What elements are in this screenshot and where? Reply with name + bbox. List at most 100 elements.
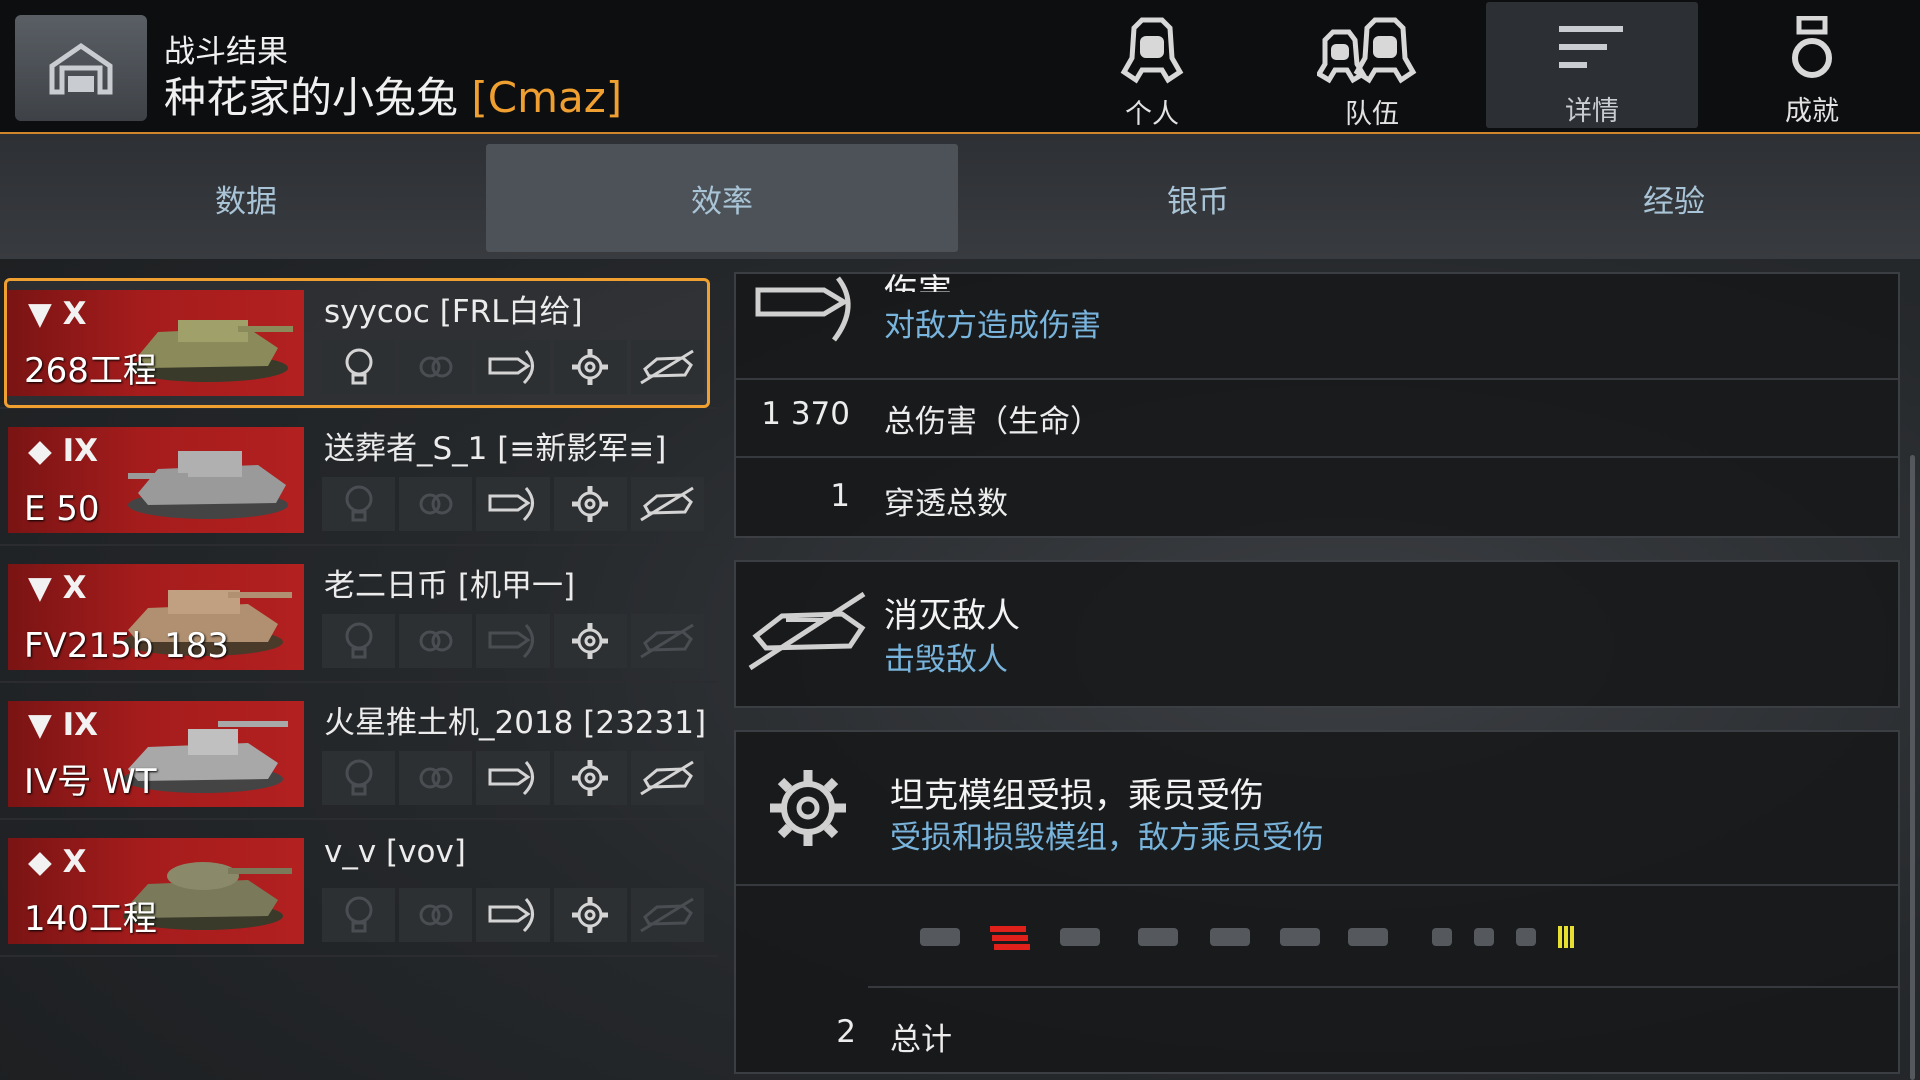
tank-name: 268工程 (24, 351, 157, 391)
spotted-icon (322, 477, 396, 531)
player-name: v_v [vov] (324, 834, 466, 870)
modules-icon (553, 751, 627, 805)
team-helmets-icon (1317, 14, 1427, 86)
spotted-icon (322, 888, 396, 942)
efficiency-icons (322, 888, 705, 942)
nav-team-label: 队伍 (1345, 99, 1399, 130)
damage-card: 伤害 对敌方造成伤害 1 370 总伤害（生命） 1 穿透总数 (734, 272, 1900, 538)
stat-row: 1 370 总伤害（生命） (736, 378, 1898, 456)
efficiency-icons (322, 477, 705, 531)
tank-name: IV号 WT (24, 762, 157, 802)
player-row[interactable]: ◆ IX E 50 送葬者_S_1 [≡新影军≡] (0, 409, 718, 546)
turret-icon (1208, 922, 1252, 956)
tank-name: FV215b 183 (24, 626, 229, 666)
tank-card: ◆ X 140工程 (8, 838, 304, 944)
nav-achievements-label: 成就 (1785, 96, 1839, 127)
modules-icon (553, 614, 627, 668)
kills-icon (630, 340, 705, 394)
stat-value: 1 (830, 478, 850, 514)
tier-label: ◆ IX (28, 433, 99, 469)
total-value: 2 (836, 1014, 856, 1050)
tank-card: ▼ X 268工程 (8, 290, 304, 396)
hangar-icon (49, 42, 113, 95)
modules-icon (553, 340, 627, 394)
tier-label: ▼ X (28, 296, 87, 332)
modules-subtitle: 受损和损毁模组，敌方乘员受伤 (890, 820, 1324, 856)
tier-label: ◆ X (28, 844, 87, 880)
player-row[interactable]: ◆ X 140工程 v_v [vov] (0, 820, 718, 957)
gunner-icon (1514, 922, 1538, 956)
efficiency-icons (322, 751, 705, 805)
player-name: 老二日币 [机甲一] (324, 568, 576, 604)
tracks-icon (1278, 922, 1322, 956)
gun-icon (1136, 922, 1180, 956)
scrollbar[interactable] (1910, 455, 1915, 1080)
assist-icon (399, 477, 473, 531)
tank-image (128, 451, 288, 519)
modules-icon (553, 888, 627, 942)
tab-bar: 数据 效率 银币 经验 (0, 134, 1920, 259)
kills-icon (630, 888, 705, 942)
nav-achievements[interactable]: 成就 (1706, 0, 1918, 128)
tank-name: E 50 (24, 489, 100, 529)
tab-silver[interactable]: 银币 (962, 144, 1434, 252)
tab-data[interactable]: 数据 (10, 144, 482, 252)
stat-row: 1 穿透总数 (736, 456, 1898, 536)
player-row[interactable]: ▼ IX IV号 WT 火星推土机_2018 [23231] (0, 683, 718, 820)
divider (868, 986, 1898, 988)
clan-tag: [Cmaz] (471, 73, 623, 122)
assist-icon (399, 751, 473, 805)
player-name: 送葬者_S_1 [≡新影军≡] (324, 431, 667, 467)
ammo-rack-icon (988, 922, 1032, 958)
spotted-icon (322, 614, 396, 668)
nav-team[interactable]: 队伍 (1266, 0, 1478, 130)
details-lines-icon (1557, 16, 1627, 83)
efficiency-icons (322, 614, 705, 668)
personal-helmet-icon (1116, 14, 1188, 86)
tank-card: ◆ IX E 50 (8, 427, 304, 533)
destroyed-tank-icon (748, 591, 866, 671)
damage-shell-icon (755, 276, 851, 342)
nav-personal[interactable]: 个人 (1046, 0, 1258, 130)
damage-icon (476, 888, 550, 942)
damage-icon (476, 340, 550, 394)
modules-card: 坦克模组受损，乘员受伤 受损和损毁模组，敌方乘员受伤 2 总计 (734, 730, 1900, 1074)
fuel-tank-icon (1058, 922, 1102, 956)
tank-name: 140工程 (24, 899, 157, 939)
commander-icon (1430, 922, 1454, 956)
player-row[interactable]: ▼ X 268工程 syycoc [FRL白给] (0, 272, 718, 409)
nav-details[interactable]: 详情 (1486, 2, 1698, 128)
kills-card: 消灭敌人 击毁敌人 (734, 560, 1900, 708)
driver-icon (1472, 922, 1496, 956)
stat-value: 1 370 (761, 396, 850, 432)
tier-label: ▼ X (28, 570, 87, 606)
modules-title: 坦克模组受损，乘员受伤 (890, 776, 1264, 816)
modules-icon (553, 477, 627, 531)
stat-label: 总伤害（生命） (884, 404, 1101, 440)
gear-icon (770, 770, 846, 846)
stat-label: 穿透总数 (884, 486, 1008, 522)
kills-icon (630, 751, 705, 805)
top-bar: 战斗结果 种花家的小兔兔 [Cmaz] 个人 队伍 详情 成就 (0, 0, 1920, 134)
player-name: 种花家的小兔兔 (164, 73, 459, 122)
medal-icon (1787, 14, 1837, 83)
player-title: 种花家的小兔兔 [Cmaz] (164, 64, 622, 125)
nav-details-label: 详情 (1565, 96, 1619, 127)
damage-icon (476, 477, 550, 531)
spotted-icon (322, 340, 396, 394)
module-icons-row (878, 922, 1808, 962)
player-row[interactable]: ▼ X FV215b 183 老二日币 [机甲一] (0, 546, 718, 683)
damage-icon (476, 614, 550, 668)
damage-title: 伤害 (884, 272, 952, 292)
total-label: 总计 (890, 1022, 952, 1058)
damage-icon (476, 751, 550, 805)
assist-icon (399, 614, 473, 668)
player-name: syycoc [FRL白给] (324, 294, 583, 330)
garage-home-button[interactable] (15, 15, 147, 121)
tab-efficiency[interactable]: 效率 (486, 144, 958, 252)
efficiency-icons (322, 340, 705, 394)
tab-experience[interactable]: 经验 (1438, 144, 1910, 252)
divider (736, 884, 1898, 886)
player-name: 火星推土机_2018 [23231] (324, 705, 707, 741)
damage-subtitle: 对敌方造成伤害 (884, 308, 1101, 344)
